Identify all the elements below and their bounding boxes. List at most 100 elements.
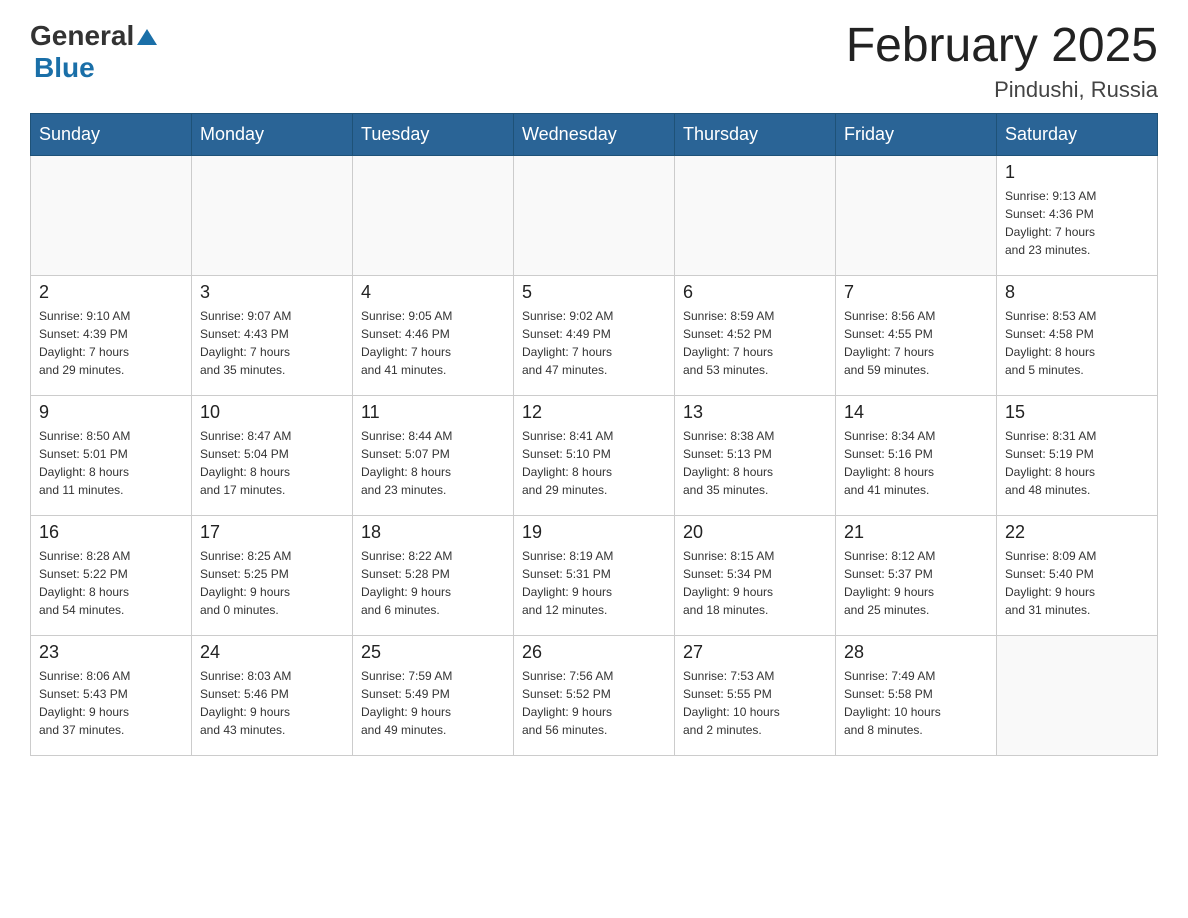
- day-number: 13: [683, 402, 827, 423]
- day-info: Sunrise: 8:25 AM Sunset: 5:25 PM Dayligh…: [200, 547, 344, 619]
- day-number: 7: [844, 282, 988, 303]
- day-info: Sunrise: 8:59 AM Sunset: 4:52 PM Dayligh…: [683, 307, 827, 379]
- calendar-week-row: 2 Sunrise: 9:10 AM Sunset: 4:39 PM Daylig…: [31, 275, 1158, 395]
- day-number: 4: [361, 282, 505, 303]
- day-info: Sunrise: 8:53 AM Sunset: 4:58 PM Dayligh…: [1005, 307, 1149, 379]
- day-number: 17: [200, 522, 344, 543]
- day-number: 28: [844, 642, 988, 663]
- day-info: Sunrise: 8:15 AM Sunset: 5:34 PM Dayligh…: [683, 547, 827, 619]
- day-info: Sunrise: 8:56 AM Sunset: 4:55 PM Dayligh…: [844, 307, 988, 379]
- weekday-header-sunday: Sunday: [31, 113, 192, 155]
- day-info: Sunrise: 7:56 AM Sunset: 5:52 PM Dayligh…: [522, 667, 666, 739]
- calendar-cell: 13Sunrise: 8:38 AM Sunset: 5:13 PM Dayli…: [675, 395, 836, 515]
- calendar-cell: 3 Sunrise: 9:07 AM Sunset: 4:43 PM Daylig…: [192, 275, 353, 395]
- calendar-cell: 26 Sunrise: 7:56 AM Sunset: 5:52 PM Dayli…: [514, 635, 675, 755]
- calendar-cell: 15 Sunrise: 8:31 AM Sunset: 5:19 PM Dayli…: [997, 395, 1158, 515]
- day-number: 5: [522, 282, 666, 303]
- calendar-table: SundayMondayTuesdayWednesdayThursdayFrid…: [30, 113, 1158, 756]
- calendar-cell: 9 Sunrise: 8:50 AM Sunset: 5:01 PM Daylig…: [31, 395, 192, 515]
- calendar-cell: 24 Sunrise: 8:03 AM Sunset: 5:46 PM Dayli…: [192, 635, 353, 755]
- day-info: Sunrise: 8:28 AM Sunset: 5:22 PM Dayligh…: [39, 547, 183, 619]
- calendar-cell: [353, 155, 514, 275]
- weekday-header-tuesday: Tuesday: [353, 113, 514, 155]
- day-number: 25: [361, 642, 505, 663]
- calendar-cell: 8Sunrise: 8:53 AM Sunset: 4:58 PM Daylig…: [997, 275, 1158, 395]
- weekday-header-saturday: Saturday: [997, 113, 1158, 155]
- calendar-cell: 6 Sunrise: 8:59 AM Sunset: 4:52 PM Daylig…: [675, 275, 836, 395]
- day-number: 24: [200, 642, 344, 663]
- day-info: Sunrise: 8:41 AM Sunset: 5:10 PM Dayligh…: [522, 427, 666, 499]
- day-number: 3: [200, 282, 344, 303]
- day-info: Sunrise: 7:49 AM Sunset: 5:58 PM Dayligh…: [844, 667, 988, 739]
- day-info: Sunrise: 8:34 AM Sunset: 5:16 PM Dayligh…: [844, 427, 988, 499]
- day-number: 27: [683, 642, 827, 663]
- day-info: Sunrise: 8:09 AM Sunset: 5:40 PM Dayligh…: [1005, 547, 1149, 619]
- day-info: Sunrise: 9:10 AM Sunset: 4:39 PM Dayligh…: [39, 307, 183, 379]
- day-number: 14: [844, 402, 988, 423]
- day-number: 16: [39, 522, 183, 543]
- calendar-week-row: 23 Sunrise: 8:06 AM Sunset: 5:43 PM Dayli…: [31, 635, 1158, 755]
- calendar-cell: 21Sunrise: 8:12 AM Sunset: 5:37 PM Dayli…: [836, 515, 997, 635]
- weekday-header-wednesday: Wednesday: [514, 113, 675, 155]
- weekday-header-row: SundayMondayTuesdayWednesdayThursdayFrid…: [31, 113, 1158, 155]
- day-number: 23: [39, 642, 183, 663]
- day-number: 19: [522, 522, 666, 543]
- day-info: Sunrise: 8:03 AM Sunset: 5:46 PM Dayligh…: [200, 667, 344, 739]
- calendar-cell: [514, 155, 675, 275]
- weekday-header-thursday: Thursday: [675, 113, 836, 155]
- day-number: 22: [1005, 522, 1149, 543]
- day-info: Sunrise: 8:22 AM Sunset: 5:28 PM Dayligh…: [361, 547, 505, 619]
- day-number: 15: [1005, 402, 1149, 423]
- day-info: Sunrise: 8:06 AM Sunset: 5:43 PM Dayligh…: [39, 667, 183, 739]
- logo-blue-text: Blue: [34, 52, 95, 84]
- calendar-cell: 17 Sunrise: 8:25 AM Sunset: 5:25 PM Dayli…: [192, 515, 353, 635]
- calendar-cell: 2 Sunrise: 9:10 AM Sunset: 4:39 PM Daylig…: [31, 275, 192, 395]
- day-info: Sunrise: 7:59 AM Sunset: 5:49 PM Dayligh…: [361, 667, 505, 739]
- day-info: Sunrise: 9:05 AM Sunset: 4:46 PM Dayligh…: [361, 307, 505, 379]
- day-info: Sunrise: 8:44 AM Sunset: 5:07 PM Dayligh…: [361, 427, 505, 499]
- day-number: 2: [39, 282, 183, 303]
- day-number: 12: [522, 402, 666, 423]
- calendar-cell: 5 Sunrise: 9:02 AM Sunset: 4:49 PM Daylig…: [514, 275, 675, 395]
- calendar-cell: 22 Sunrise: 8:09 AM Sunset: 5:40 PM Dayli…: [997, 515, 1158, 635]
- calendar-cell: 20Sunrise: 8:15 AM Sunset: 5:34 PM Dayli…: [675, 515, 836, 635]
- day-info: Sunrise: 9:07 AM Sunset: 4:43 PM Dayligh…: [200, 307, 344, 379]
- calendar-cell: 1 Sunrise: 9:13 AM Sunset: 4:36 PM Daylig…: [997, 155, 1158, 275]
- day-number: 1: [1005, 162, 1149, 183]
- calendar-cell: 4 Sunrise: 9:05 AM Sunset: 4:46 PM Daylig…: [353, 275, 514, 395]
- day-info: Sunrise: 9:13 AM Sunset: 4:36 PM Dayligh…: [1005, 187, 1149, 259]
- calendar-cell: 18 Sunrise: 8:22 AM Sunset: 5:28 PM Dayli…: [353, 515, 514, 635]
- calendar-cell: 16 Sunrise: 8:28 AM Sunset: 5:22 PM Dayli…: [31, 515, 192, 635]
- day-number: 11: [361, 402, 505, 423]
- logo-triangle-icon: [137, 29, 157, 45]
- calendar-cell: 23 Sunrise: 8:06 AM Sunset: 5:43 PM Dayli…: [31, 635, 192, 755]
- day-number: 21: [844, 522, 988, 543]
- day-info: Sunrise: 7:53 AM Sunset: 5:55 PM Dayligh…: [683, 667, 827, 739]
- day-info: Sunrise: 9:02 AM Sunset: 4:49 PM Dayligh…: [522, 307, 666, 379]
- calendar-cell: [192, 155, 353, 275]
- day-info: Sunrise: 8:47 AM Sunset: 5:04 PM Dayligh…: [200, 427, 344, 499]
- weekday-header-monday: Monday: [192, 113, 353, 155]
- calendar-cell: 28 Sunrise: 7:49 AM Sunset: 5:58 PM Dayli…: [836, 635, 997, 755]
- calendar-subtitle: Pindushi, Russia: [846, 77, 1158, 103]
- calendar-cell: 11 Sunrise: 8:44 AM Sunset: 5:07 PM Dayli…: [353, 395, 514, 515]
- weekday-header-friday: Friday: [836, 113, 997, 155]
- calendar-cell: [836, 155, 997, 275]
- day-info: Sunrise: 8:50 AM Sunset: 5:01 PM Dayligh…: [39, 427, 183, 499]
- day-number: 10: [200, 402, 344, 423]
- day-info: Sunrise: 8:31 AM Sunset: 5:19 PM Dayligh…: [1005, 427, 1149, 499]
- day-number: 6: [683, 282, 827, 303]
- calendar-cell: 25 Sunrise: 7:59 AM Sunset: 5:49 PM Dayli…: [353, 635, 514, 755]
- day-number: 26: [522, 642, 666, 663]
- logo-general-text: General: [30, 20, 134, 52]
- day-number: 18: [361, 522, 505, 543]
- calendar-week-row: 1 Sunrise: 9:13 AM Sunset: 4:36 PM Daylig…: [31, 155, 1158, 275]
- day-number: 9: [39, 402, 183, 423]
- calendar-cell: [675, 155, 836, 275]
- calendar-cell: 7 Sunrise: 8:56 AM Sunset: 4:55 PM Daylig…: [836, 275, 997, 395]
- logo: General Blue: [30, 20, 157, 84]
- calendar-cell: 10 Sunrise: 8:47 AM Sunset: 5:04 PM Dayli…: [192, 395, 353, 515]
- calendar-cell: 12 Sunrise: 8:41 AM Sunset: 5:10 PM Dayli…: [514, 395, 675, 515]
- calendar-cell: [31, 155, 192, 275]
- calendar-title: February 2025: [846, 20, 1158, 73]
